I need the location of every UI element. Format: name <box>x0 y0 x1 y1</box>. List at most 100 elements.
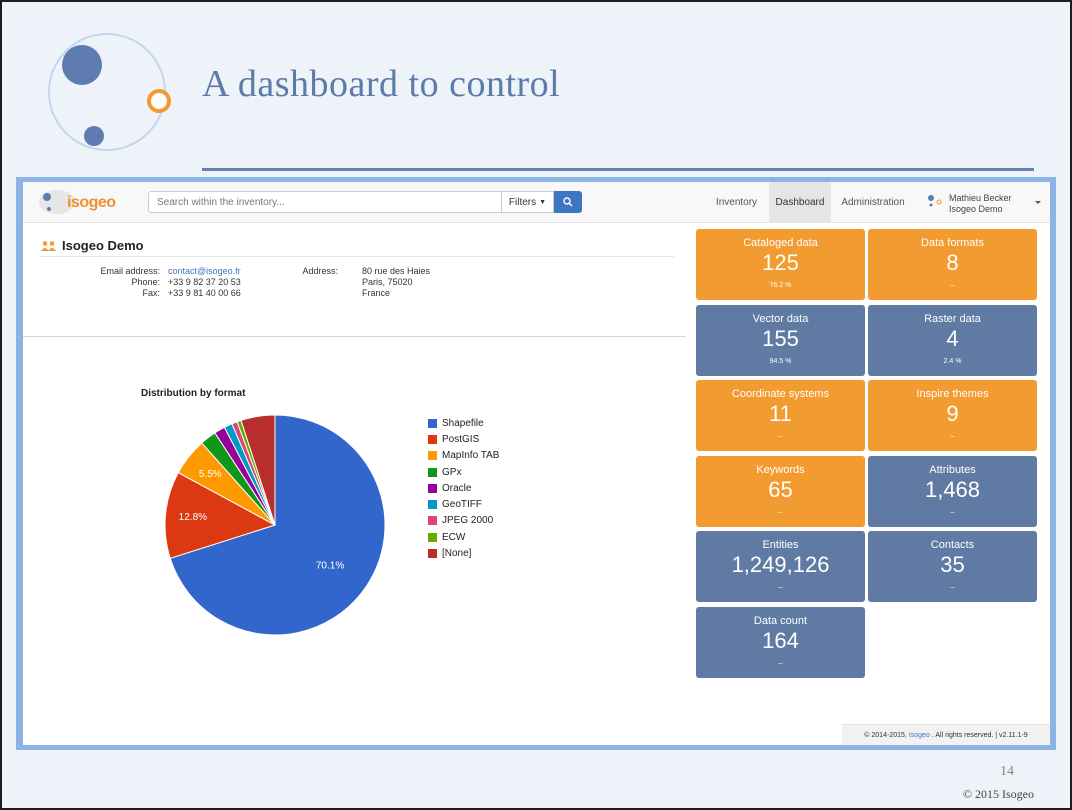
email-link[interactable]: contact@isogeo.fr <box>168 266 241 276</box>
legend-swatch <box>428 516 437 526</box>
tile-value: 65 <box>768 476 793 502</box>
legend-item[interactable]: JPEG 2000 <box>428 513 499 529</box>
legend-label: ECW <box>442 531 466 543</box>
pie-chart: 70.1% 12.8% 5.5% <box>164 414 386 636</box>
decorative-circles-icon <box>48 33 171 151</box>
legend-item[interactable]: GeoTIFF <box>428 496 499 512</box>
tile-value: 155 <box>762 325 799 351</box>
stat-tile-cataloged-data[interactable]: Cataloged data 125 76.2 % <box>696 229 865 300</box>
legend-label: PostGIS <box>442 433 480 445</box>
stat-tile-contacts[interactable]: Contacts 35 – <box>868 531 1037 602</box>
slide-copyright: © 2015 Isogeo <box>962 787 1034 801</box>
org-name: Isogeo Demo <box>62 238 144 253</box>
phone-label: Phone: <box>131 277 160 287</box>
tab-dashboard[interactable]: Dashboard <box>769 182 831 222</box>
slide: A dashboard to control isogeo Filters ▼ <box>0 0 1072 810</box>
stat-tile-attributes[interactable]: Attributes 1,468 – <box>868 455 1037 527</box>
stat-tile-vector-data[interactable]: Vector data 155 94.5 % <box>696 304 865 376</box>
copyright-suffix: . All rights reserved. | v2.11.1-9 <box>931 731 1028 739</box>
stat-tile-entities[interactable]: Entities 1,249,126 – <box>696 531 865 602</box>
stat-tile-inspire-themes[interactable]: Inspire themes 9 – <box>868 380 1037 451</box>
page-number: 14 <box>1000 764 1014 779</box>
search-input[interactable] <box>148 191 502 213</box>
pie-data-label: 70.1% <box>316 560 344 571</box>
legend-label: Shapefile <box>442 417 484 429</box>
tile-label: Data formats <box>921 237 984 249</box>
legend-swatch <box>428 500 437 510</box>
logo[interactable]: isogeo <box>37 188 116 216</box>
tile-label: Contacts <box>930 539 975 551</box>
legend-label: MapInfo TAB <box>442 450 500 462</box>
tile-label: Inspire themes <box>916 388 989 400</box>
chart-legend: Shapefile PostGIS MapInfo TAB GPx Oracle GeoT… <box>428 415 499 562</box>
tile-label: Cataloged data <box>743 237 818 249</box>
tile-subvalue: 2.4 % <box>943 357 962 365</box>
tile-value: 1,468 <box>924 476 981 502</box>
user-menu[interactable]: Mathieu Becker Isogeo Demo <box>921 182 1041 222</box>
legend-label: Oracle <box>442 482 472 494</box>
tile-label: Entities <box>762 539 799 551</box>
tile-value: 4 <box>946 325 959 351</box>
search-button[interactable] <box>554 191 582 213</box>
tab-inventory[interactable]: Inventory <box>709 182 764 222</box>
stat-tile-coordinate-systems[interactable]: Coordinate systems 11 – <box>696 380 865 451</box>
title-divider <box>202 168 1034 171</box>
tile-value: 164 <box>762 627 799 653</box>
stat-tile-data-formats[interactable]: Data formats 8 – <box>868 229 1037 300</box>
stat-tile-data-count[interactable]: Data count 164 – <box>696 606 865 678</box>
legend-swatch <box>428 467 437 477</box>
legend-label: JPEG 2000 <box>442 515 494 527</box>
tile-label: Keywords <box>756 463 805 476</box>
address-line1: 80 rue des Haies <box>362 266 431 276</box>
legend-item[interactable]: [None] <box>428 545 499 561</box>
tile-subvalue: – <box>950 584 955 591</box>
tile-subvalue: – <box>778 659 783 667</box>
users-icon <box>41 240 56 251</box>
address-line2: Paris, 75020 <box>362 277 413 287</box>
tile-label: Vector data <box>752 312 809 325</box>
legend-item[interactable]: ECW <box>428 529 499 545</box>
legend-label: [None] <box>442 548 472 560</box>
stat-tile-keywords[interactable]: Keywords 65 – <box>696 455 865 527</box>
tile-subvalue: 94.5 % <box>769 357 792 365</box>
filters-label: Filters <box>508 196 537 208</box>
legend-swatch <box>428 549 437 559</box>
tile-subvalue: – <box>950 433 955 440</box>
navbar: isogeo Filters ▼ Inventory Dashboard Adm… <box>23 182 1050 223</box>
tile-value: 1,249,126 <box>731 552 830 577</box>
logo-text: isogeo <box>67 194 116 211</box>
user-name: Mathieu Becker <box>949 193 1012 203</box>
slide-header: A dashboard to control <box>2 2 1070 177</box>
tile-value: 125 <box>762 250 799 275</box>
copyright-prefix: © 2014-2015, <box>864 731 907 739</box>
tile-label: Raster data <box>924 312 981 325</box>
legend-item[interactable]: MapInfo TAB <box>428 448 499 464</box>
chart-title: Distribution by format <box>141 388 246 399</box>
address-label: Address: <box>302 266 338 276</box>
screenshot-frame: isogeo Filters ▼ Inventory Dashboard Adm… <box>16 177 1056 750</box>
tile-value: 9 <box>946 401 959 426</box>
legend-label: GeoTIFF <box>442 499 483 511</box>
stat-tile-raster-data[interactable]: Raster data 4 2.4 % <box>868 304 1037 376</box>
tile-value: 8 <box>946 250 959 275</box>
legend-swatch <box>428 532 437 542</box>
slide-title: A dashboard to control <box>202 63 561 105</box>
legend-item[interactable]: Shapefile <box>428 415 499 431</box>
chevron-down-icon <box>1035 201 1041 204</box>
app-footer: © 2014-2015, Isogeo . All rights reserve… <box>842 724 1050 745</box>
pie-data-label: 12.8% <box>179 512 207 523</box>
filters-dropdown-button[interactable]: Filters ▼ <box>502 191 554 213</box>
legend-item[interactable]: GPx <box>428 464 499 480</box>
isogeo-link[interactable]: Isogeo <box>909 732 930 739</box>
tile-label: Data count <box>753 614 808 627</box>
caret-down-icon: ▼ <box>539 198 547 206</box>
divider <box>41 256 674 257</box>
divider <box>23 336 686 337</box>
legend-item[interactable]: PostGIS <box>428 431 499 447</box>
phone-value: +33 9 82 37 20 53 <box>168 277 241 287</box>
tab-administration[interactable]: Administration <box>837 182 909 222</box>
address-line3: France <box>362 288 391 298</box>
legend-item[interactable]: Oracle <box>428 480 499 496</box>
app-window: isogeo Filters ▼ Inventory Dashboard Adm… <box>23 182 1050 745</box>
email-label: Email address: <box>100 266 160 276</box>
